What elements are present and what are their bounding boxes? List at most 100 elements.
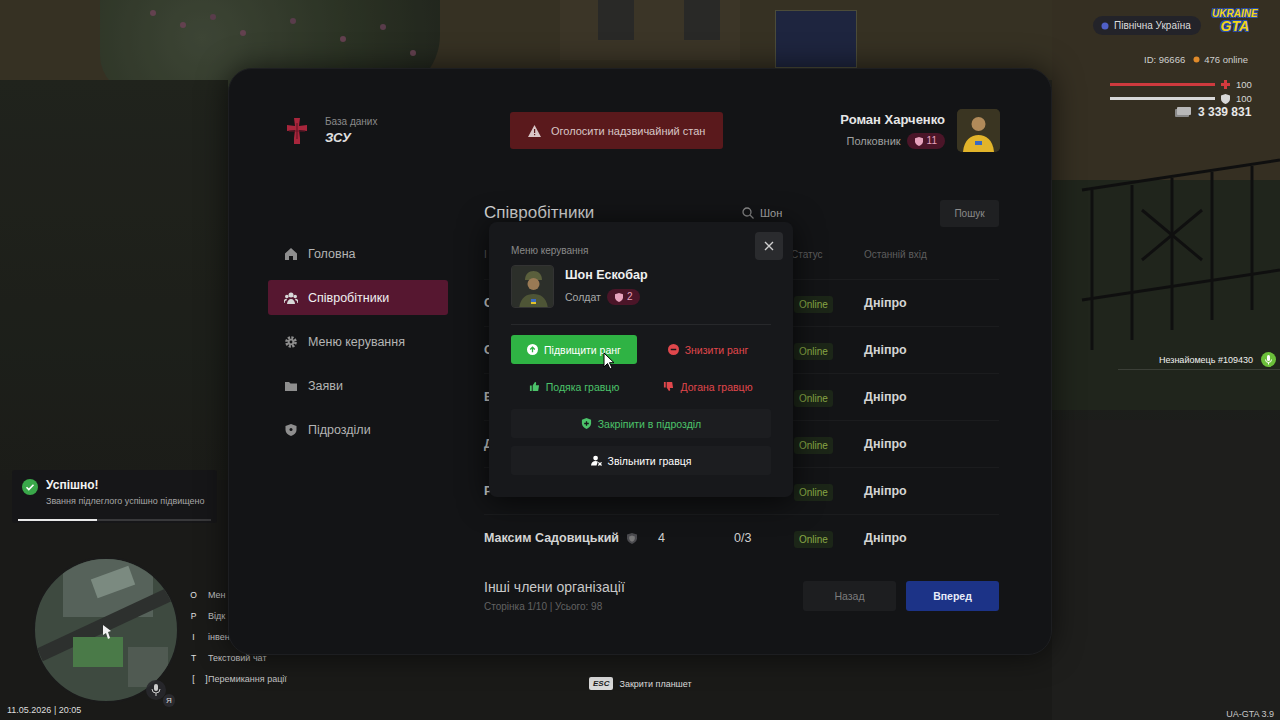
action-label: Підвищити ранг — [544, 344, 621, 356]
success-notification: Успішно! Звання підлеглого успішно підви… — [12, 470, 217, 523]
rank-up-icon — [527, 344, 538, 355]
keybind-label: Мен — [208, 590, 226, 600]
status-pill: Online — [794, 484, 833, 501]
sidebar-item[interactable]: Головна — [268, 236, 448, 271]
sidebar-item[interactable]: Меню керування — [268, 324, 448, 359]
last-login-cell: Дніпро — [864, 390, 999, 404]
emergency-button[interactable]: Оголосити надзвичайний стан — [510, 112, 723, 149]
folder-icon — [284, 379, 298, 393]
management-modal: Меню керування Шон Ескобар Солдат 2 Підви… — [489, 222, 793, 497]
last-login-cell: Дніпро — [864, 531, 999, 545]
keybind-keys: [] — [188, 673, 204, 685]
modal-title: Меню керування — [511, 245, 771, 256]
next-page-button[interactable]: Вперед — [906, 581, 999, 611]
user-avatar — [957, 109, 1000, 152]
nametag-label: Незнайомець #109430 — [1159, 355, 1253, 365]
soldier-avatar-icon — [512, 266, 554, 308]
rank-level: 11 — [927, 135, 937, 147]
last-login-cell: Дніпро — [864, 296, 999, 310]
player-rank-badge: 2 — [607, 289, 641, 305]
action-label: Подяка гравцю — [546, 381, 620, 393]
armor-track — [1110, 97, 1215, 100]
sidebar-label: Меню керування — [308, 335, 405, 349]
health-row: 100 — [1110, 79, 1252, 90]
sidebar: Головна Співробітники Меню керування Заяви П… — [268, 236, 448, 612]
column-header: Статус — [791, 249, 864, 260]
employee-name: Максим Садовицький — [484, 531, 619, 545]
armed-forces-emblem-icon — [283, 117, 311, 145]
search-input[interactable] — [760, 207, 940, 219]
money-row: 3 339 831 — [1174, 105, 1251, 119]
armor-row: 100 — [1110, 93, 1252, 104]
org-logo: База даних ЗСУ — [283, 116, 510, 145]
remove-user-icon — [591, 455, 602, 466]
health-track — [1110, 83, 1215, 86]
action-label: Догана гравцю — [680, 381, 752, 393]
status-cell: Online — [791, 529, 864, 548]
player-rank: Солдат — [565, 291, 601, 303]
pagination-info: Сторінка 1/10 | Усього: 98 — [484, 601, 625, 612]
region-pill: Північна Україна — [1093, 16, 1201, 35]
thumbs-up-icon — [529, 381, 540, 392]
tablet: База даних ЗСУ Оголосити надзвичайний ст… — [228, 68, 1052, 655]
voice-channel-badge: Я — [163, 694, 175, 707]
org-subtitle: База даних — [325, 116, 377, 127]
search-button[interactable]: Пошук — [940, 200, 999, 227]
sidebar-item[interactable]: Співробітники — [268, 280, 448, 315]
status-pill: Online — [794, 296, 833, 313]
warnings-cell: 0/3 — [701, 531, 791, 545]
status-pill: Online — [794, 437, 833, 454]
health-value: 100 — [1236, 79, 1252, 90]
online-count: 476 online — [1204, 54, 1248, 65]
voice-mic-icon — [1261, 352, 1276, 367]
sidebar-item[interactable]: Заяви — [268, 368, 448, 403]
action-button[interactable]: Закріпити в підрозділ — [511, 409, 771, 438]
nametag: Незнайомець #109430 — [1118, 352, 1280, 370]
action-button[interactable]: Догана гравцю — [645, 372, 771, 401]
keybind-keys: O — [188, 589, 204, 601]
rank-down-icon — [668, 344, 679, 355]
table-row[interactable]: Максим Садовицький40/3OnlineДніпро — [484, 514, 999, 561]
footer-title: Інші члени організації — [484, 579, 625, 595]
health-cross-icon — [1221, 80, 1230, 89]
home-icon — [284, 247, 298, 261]
sidebar-item[interactable]: Підрозділи — [268, 412, 448, 447]
keybind-keys: P — [188, 610, 204, 622]
keybind-label: Перемикання рації — [208, 674, 287, 684]
user-name: Роман Харченко — [840, 112, 945, 127]
armor-value: 100 — [1236, 93, 1252, 104]
action-button[interactable]: Знизити ранг — [645, 335, 771, 364]
action-button[interactable]: Подяка гравцю — [511, 372, 637, 401]
current-user: Роман Харченко Полковник 11 — [840, 109, 1000, 152]
action-label: Закріпити в підрозділ — [598, 418, 701, 430]
home-icon — [284, 247, 298, 261]
status-cell: Online — [791, 482, 864, 501]
action-button[interactable]: Звільнити гравця — [511, 446, 771, 475]
sidebar-label: Заяви — [308, 379, 343, 393]
people-icon — [284, 291, 298, 305]
user-rank: Полковник — [846, 135, 900, 147]
close-button[interactable] — [755, 232, 783, 260]
last-login-cell: Дніпро — [864, 343, 999, 357]
notification-message: Звання підлеглого успішно підвищено — [46, 497, 206, 507]
org-title: ЗСУ — [325, 130, 377, 145]
notification-title: Успішно! — [46, 478, 206, 492]
player-name: Шон Ескобар — [565, 268, 648, 282]
sidebar-label: Співробітники — [308, 291, 389, 305]
logo-line: UKRAINE — [1212, 9, 1258, 19]
check-icon — [22, 479, 38, 495]
close-hint: ESC Закрити планшет — [589, 677, 692, 690]
health-fill — [1110, 83, 1215, 86]
rank-up-icon — [527, 344, 538, 355]
action-button[interactable]: Підвищити ранг — [511, 335, 637, 364]
search-field — [742, 207, 940, 219]
column-header: Останній вхід — [864, 249, 999, 260]
page-title: Співробітники — [484, 203, 742, 223]
region-icon — [1101, 22, 1109, 30]
previous-page-button[interactable]: Назад — [803, 581, 896, 611]
date-time: 11.05.2026 | 20:05 — [7, 705, 81, 715]
gear-icon — [284, 335, 298, 349]
close-x-icon — [764, 241, 774, 251]
armor-shield-icon — [1221, 94, 1230, 104]
shield-icon — [284, 423, 298, 437]
